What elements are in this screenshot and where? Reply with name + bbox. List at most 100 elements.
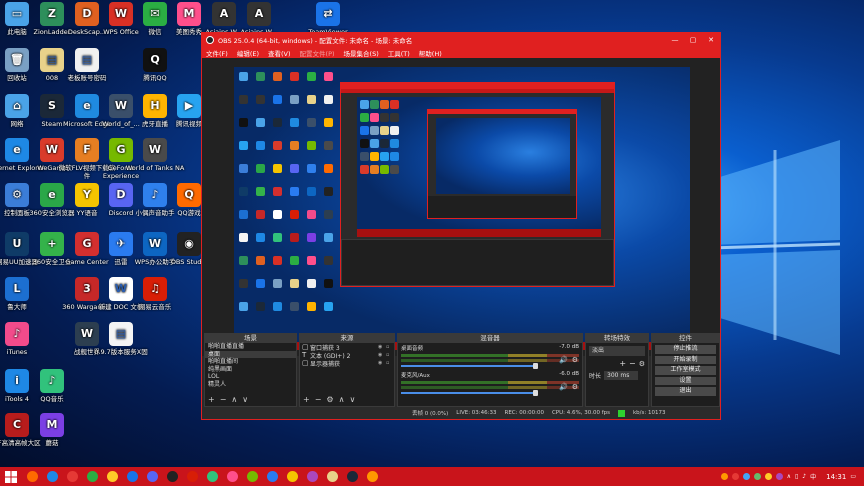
desktop-icon[interactable]: ⇄TeamViewer [297, 2, 359, 36]
scene-item[interactable]: LOL [205, 373, 296, 381]
taskbar-app-icon[interactable] [247, 471, 258, 482]
gear-icon[interactable]: ⚙ [639, 360, 645, 368]
studio-mode-button[interactable]: 工作室模式 [655, 366, 716, 375]
chevron-up-icon[interactable]: ∧ [787, 473, 791, 480]
menu-file[interactable]: 文件(F) [206, 48, 228, 58]
speaker-icon[interactable]: 🔊 [559, 356, 568, 364]
start-recording-button[interactable]: 开始录制 [655, 355, 716, 364]
add-transition-button[interactable]: + [619, 359, 626, 368]
desktop-icon[interactable]: Q 腾讯QQ [124, 48, 186, 82]
menu-edit[interactable]: 编辑(E) [237, 48, 259, 58]
tray-app-icon[interactable] [742, 473, 750, 480]
taskbar-app-icon[interactable] [167, 471, 178, 482]
taskbar-app-icon[interactable] [47, 471, 58, 482]
volume-slider[interactable] [401, 390, 538, 396]
desktop-icon[interactable]: ▤ 0.9.7版本服务X固 [90, 322, 152, 356]
taskbar-app-icon[interactable] [87, 471, 98, 482]
add-source-button[interactable]: + [303, 395, 310, 404]
tray-app-icon[interactable] [764, 473, 772, 480]
audio-mixer-dock: 混音器 桌面音频 -7.0 dB 🔊 ⚙ 麦克风/Aux -6.0 dB 🔊 ⚙ [397, 333, 583, 407]
ime-language[interactable]: 中 [810, 472, 816, 481]
lock-icon[interactable]: ▫ [386, 360, 394, 366]
taskbar-app-icon[interactable] [367, 471, 378, 482]
move-down-icon[interactable]: ∨ [349, 395, 355, 404]
desktop-icon-label: 0.9.7版本服务X固 [94, 348, 148, 356]
taskbar-app-icon[interactable] [287, 471, 298, 482]
desktop-icon[interactable]: ♪ QQ音乐 [21, 369, 83, 403]
scene-item[interactable]: 精灵人 [205, 381, 296, 389]
tray-app-icon[interactable] [775, 473, 783, 480]
speaker-icon[interactable]: 🔊 [559, 383, 568, 391]
add-scene-button[interactable]: + [208, 395, 215, 404]
remove-transition-button[interactable]: − [629, 359, 636, 368]
visibility-eye-icon[interactable]: ◉ [378, 360, 386, 366]
taskbar-app-icon[interactable] [187, 471, 198, 482]
desktop-icon[interactable]: W World of Tanks NA [124, 138, 186, 172]
mini-app-icon [324, 302, 333, 311]
gear-icon[interactable]: ⚙ [572, 356, 578, 364]
visibility-eye-icon[interactable]: ◉ [378, 344, 386, 350]
transition-select[interactable]: 淡出 [589, 346, 645, 356]
tray-app-icon[interactable] [731, 473, 739, 480]
taskbar-app-icon[interactable] [67, 471, 78, 482]
desktop-icon[interactable]: ♫ 网易云音乐 [124, 277, 186, 311]
taskbar-app-icon[interactable] [327, 471, 338, 482]
menu-scene-collection[interactable]: 场景集合(S) [344, 48, 379, 58]
volume-icon[interactable]: ♪ [802, 473, 806, 480]
desktop-icon[interactable]: ♪ iTunes [0, 322, 48, 356]
menu-tools[interactable]: 工具(T) [388, 48, 410, 58]
remove-scene-button[interactable]: − [220, 395, 227, 404]
desktop-icon[interactable]: M 蘑菇 [21, 413, 83, 447]
taskbar-app-icon[interactable] [127, 471, 138, 482]
preview-canvas[interactable] [234, 67, 690, 350]
exit-button[interactable]: 退出 [655, 387, 716, 396]
close-button[interactable]: ✕ [702, 36, 720, 44]
desktop-icon[interactable]: AAsiains W... [228, 2, 290, 36]
lock-icon[interactable]: ▫ [386, 352, 394, 358]
gear-icon[interactable]: ⚙ [326, 395, 333, 404]
move-down-icon[interactable]: ∨ [242, 395, 248, 404]
source-item[interactable]: ▢ 显示器捕获 ◉ ▫ [300, 359, 394, 368]
obs-window: OBS 25.0.4 (64-bit, windows) - 配置文件: 未命名… [201, 32, 721, 420]
taskbar-app-icon[interactable] [227, 471, 238, 482]
settings-button[interactable]: 设置 [655, 376, 716, 385]
maximize-button[interactable]: ▢ [684, 36, 702, 44]
taskbar-app-icon[interactable] [347, 471, 358, 482]
desktop-icon[interactable]: L 鲁大师 [0, 277, 48, 311]
tray-app-icon[interactable] [720, 473, 728, 480]
taskbar-app-icon[interactable] [107, 471, 118, 482]
mini-app-icon [256, 233, 265, 242]
taskbar-clock[interactable]: 14:31 [826, 473, 846, 481]
taskbar-app-icon[interactable] [267, 471, 278, 482]
scene-item-selected[interactable]: 桌面 [205, 350, 296, 358]
duration-input[interactable]: 300 ms [604, 371, 639, 380]
menu-help[interactable]: 帮助(H) [419, 48, 442, 58]
scene-item[interactable]: 啪啪直播直播 [205, 343, 296, 351]
lock-icon[interactable]: ▫ [386, 344, 394, 350]
stop-streaming-button[interactable]: 停止推流 [655, 345, 716, 354]
mini-app-icon [290, 187, 299, 196]
obs-title-bar[interactable]: OBS 25.0.4 (64-bit, windows) - 配置文件: 未命名… [202, 33, 720, 47]
remove-source-button[interactable]: − [315, 395, 322, 404]
mini-app-icon [290, 210, 299, 219]
taskbar-app-icon[interactable] [307, 471, 318, 482]
start-button[interactable] [4, 470, 18, 484]
menu-profile[interactable]: 配置文件(P) [300, 48, 335, 58]
taskbar-app-icon[interactable] [147, 471, 158, 482]
move-up-icon[interactable]: ∧ [339, 395, 345, 404]
desktop-icon[interactable]: ▤ 老板账号密码 [56, 48, 118, 82]
scene-item[interactable]: 纯黑画面 [205, 366, 296, 374]
taskbar-app-icon[interactable] [27, 471, 38, 482]
notification-icon[interactable]: ▭ [850, 473, 856, 480]
menu-view[interactable]: 查看(V) [268, 48, 291, 58]
network-icon[interactable]: ▯ [795, 473, 798, 480]
visibility-eye-icon[interactable]: ◉ [378, 352, 386, 358]
taskbar-app-icon[interactable] [207, 471, 218, 482]
volume-slider[interactable] [401, 363, 538, 369]
move-up-icon[interactable]: ∧ [231, 395, 237, 404]
scene-item[interactable]: 啪啪直播间 [205, 358, 296, 366]
minimize-button[interactable]: — [666, 36, 684, 44]
gear-icon[interactable]: ⚙ [572, 383, 578, 391]
channel-db: -7.0 dB [559, 344, 579, 350]
tray-app-icon[interactable] [753, 473, 761, 480]
